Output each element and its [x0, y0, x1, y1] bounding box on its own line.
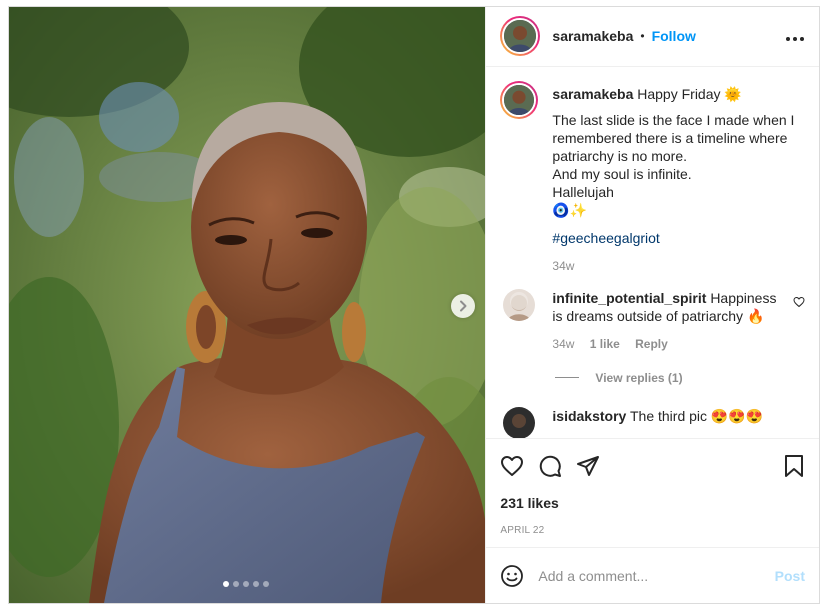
caption-time[interactable]: 34w	[552, 259, 574, 273]
side-panel: saramakeba • Follow saramakeba Happy Fri…	[485, 7, 819, 603]
carousel-dot	[223, 581, 229, 587]
avatar-image	[503, 406, 536, 438]
commenter-avatar[interactable]	[503, 288, 536, 321]
more-horizontal-icon	[786, 36, 804, 41]
carousel-indicator	[223, 581, 269, 587]
avatar-image	[503, 288, 536, 321]
carousel-dot	[263, 581, 269, 587]
likes-count[interactable]: 231 likes	[500, 495, 805, 511]
comment-likes[interactable]: 1 like	[590, 337, 620, 351]
comment-text: The third pic	[629, 407, 708, 424]
comment-icon	[540, 455, 562, 477]
emoji-picker-button[interactable]	[500, 564, 524, 588]
heart-icon	[501, 455, 524, 476]
replies-divider	[555, 377, 580, 379]
comment-item: isidakstory The third pic 😍😍😍	[500, 406, 805, 438]
like-button[interactable]	[500, 454, 524, 478]
selfie-image	[9, 7, 486, 603]
smiley-icon	[501, 564, 524, 587]
caption: saramakeba Happy Friday 🌞 The last slide…	[500, 80, 805, 275]
share-button[interactable]	[576, 454, 600, 478]
post-date[interactable]: APRIL 22	[500, 525, 805, 536]
add-comment-bar: Post	[486, 547, 819, 603]
comment-item: infinite_potential_spirit Happiness is d…	[500, 288, 805, 353]
like-comment-button[interactable]	[793, 295, 805, 311]
more-options-button[interactable]	[785, 26, 805, 47]
post-actions: 231 likes APRIL 22	[486, 437, 819, 548]
heart-icon	[793, 296, 805, 307]
comments-list[interactable]: saramakeba Happy Friday 🌞 The last slide…	[486, 67, 819, 438]
comment-input[interactable]	[538, 567, 775, 584]
heart-eyes-emoji: 😍😍😍	[710, 407, 764, 424]
carousel-dot	[243, 581, 249, 587]
carousel-dot	[233, 581, 239, 587]
post-header: saramakeba • Follow	[486, 7, 819, 67]
caption-avatar[interactable]	[500, 80, 539, 119]
avatar-image	[504, 20, 537, 53]
commenter-username[interactable]: infinite_potential_spirit	[552, 290, 706, 306]
sun-emoji: 🌞	[724, 85, 742, 102]
comment-time[interactable]: 34w	[552, 337, 574, 351]
follow-button[interactable]: Follow	[652, 28, 696, 44]
view-replies-button[interactable]: View replies (1)	[555, 371, 805, 385]
view-replies-label: View replies (1)	[595, 370, 683, 385]
comment-button[interactable]	[538, 454, 562, 478]
bookmark-icon	[785, 454, 803, 477]
next-slide-button[interactable]	[451, 294, 475, 318]
author-username[interactable]: saramakeba	[552, 28, 633, 44]
chevron-right-icon	[460, 300, 467, 312]
caption-first-line: Happy Friday	[637, 85, 721, 102]
fire-emoji: 🔥	[746, 307, 765, 324]
caption-emojis: 🧿✨	[552, 201, 588, 218]
caption-username[interactable]: saramakeba	[552, 86, 633, 102]
post-comment-button[interactable]: Post	[775, 568, 805, 584]
carousel-dot	[253, 581, 259, 587]
post-dialog: saramakeba • Follow saramakeba Happy Fri…	[8, 6, 820, 604]
hashtag-link[interactable]: #geecheegalgriot	[552, 229, 805, 247]
save-button[interactable]	[783, 454, 805, 478]
header-separator: •	[640, 29, 645, 44]
avatar-image	[504, 84, 535, 115]
caption-text: The last slide is the face I made when I…	[552, 111, 795, 200]
send-icon	[577, 455, 600, 476]
commenter-username[interactable]: isidakstory	[552, 408, 626, 424]
author-avatar[interactable]	[500, 16, 541, 57]
commenter-avatar[interactable]	[503, 406, 536, 438]
post-photo[interactable]	[9, 7, 486, 603]
reply-button[interactable]: Reply	[635, 337, 668, 351]
